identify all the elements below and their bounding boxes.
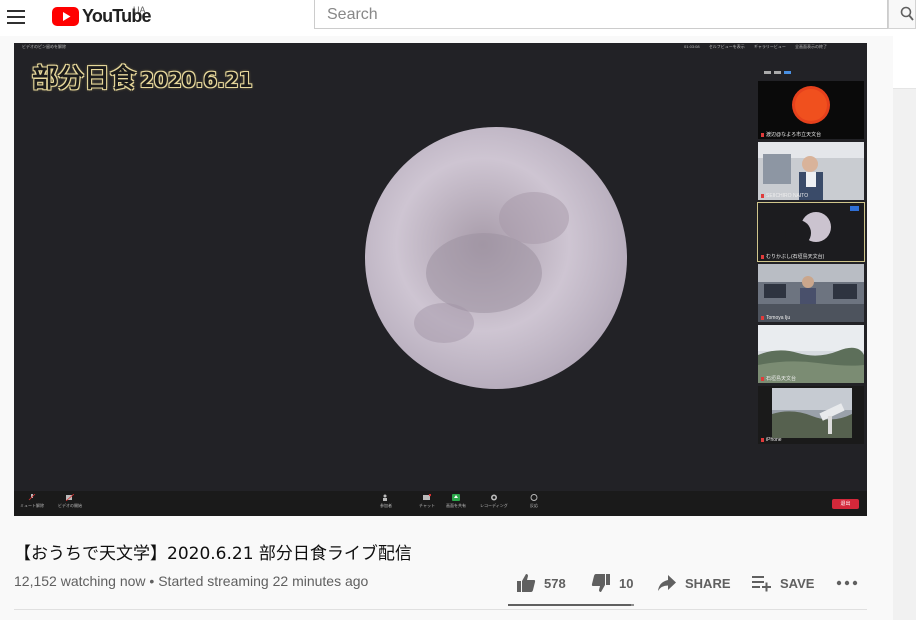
- zoom-toolbar: ミュート解除 ビデオの開始 参加者 チャット 画面を共有 レコーディング 反応 …: [14, 491, 867, 516]
- self-view-toggle[interactable]: セルフビューを表示: [709, 44, 745, 49]
- video-actions: 578 10 SHARE SAVE: [508, 566, 868, 600]
- participant-name: Tomoya Iju: [761, 315, 790, 321]
- search-button[interactable]: [888, 0, 916, 29]
- gallery-view-button[interactable]: ギャラリービュー: [754, 44, 786, 49]
- video-view-info: 12,152 watching now • Started streaming …: [14, 573, 369, 589]
- participant-tile[interactable]: 石垣島天文台: [758, 325, 864, 383]
- participants-label: 参加者: [380, 503, 392, 508]
- participant-name: iPhone: [761, 437, 782, 443]
- video-title: 【おうちで天文学】2020.6.21 部分日食ライブ配信: [14, 544, 412, 564]
- record-label: レコーディング: [480, 503, 508, 508]
- participants-button[interactable]: 参加者: [380, 494, 392, 509]
- participant-tile[interactable]: 渡辺@なよろ市立天文台: [758, 81, 864, 139]
- thumbs-down-icon: [591, 574, 610, 592]
- participant-gallery: 渡辺@なよろ市立天文台 SEIICHIRO NAITO むりかぶし(石垣島天文台…: [756, 57, 867, 493]
- info-divider: [14, 609, 867, 610]
- meeting-timer: 01:03:08: [684, 44, 700, 49]
- share-icon: [658, 575, 676, 591]
- youtube-play-icon: [52, 6, 79, 26]
- eclipse-overlay-title: 部分日食 2020.6.21: [32, 58, 253, 95]
- sentiment-bar-fill: [508, 604, 632, 606]
- record-button[interactable]: レコーディング: [480, 494, 508, 509]
- participant-name: SEIICHIRO NAITO: [761, 193, 808, 199]
- chat-label: チャット: [419, 503, 435, 508]
- unpin-video-label[interactable]: ビデオのピン留めを解除: [22, 44, 66, 50]
- share-screen-button[interactable]: 画面を共有: [446, 494, 466, 509]
- chat-icon: [422, 494, 431, 500]
- share-label: SHARE: [685, 575, 731, 591]
- add-to-playlist-icon: [752, 576, 771, 592]
- gallery-layout-controls[interactable]: [764, 61, 804, 74]
- leave-meeting-button[interactable]: 退出: [832, 499, 859, 509]
- zoom-top-right: 01:03:08 セルフビューを表示 ギャラリービュー 全画面表示の終了: [676, 44, 827, 50]
- participant-name: 渡辺@なよろ市立天文台: [761, 131, 821, 138]
- video-camera-icon: [66, 494, 74, 501]
- participant-tile[interactable]: Tomoya Iju: [758, 264, 864, 322]
- participant-name: むりかぶし(石垣島天文台): [761, 253, 824, 260]
- video-player[interactable]: ビデオのピン留めを解除 01:03:08 セルフビューを表示 ギャラリービュー …: [14, 43, 867, 516]
- dislike-count: 10: [619, 575, 634, 591]
- office-video: [758, 264, 864, 322]
- record-icon: [490, 494, 497, 501]
- reactions-button[interactable]: 反応: [530, 494, 538, 509]
- share-button[interactable]: SHARE: [657, 566, 731, 600]
- start-video-label: ビデオの開始: [58, 503, 82, 508]
- dislike-button[interactable]: 10: [591, 566, 633, 600]
- secondary-column: [893, 36, 916, 620]
- participant-tile-active[interactable]: むりかぶし(石垣島天文台): [757, 202, 865, 262]
- telescope-video: [758, 386, 864, 444]
- search-icon: [900, 6, 914, 21]
- reactions-label: 反応: [530, 503, 538, 508]
- thumbs-up-icon: [517, 574, 536, 592]
- participants-icon: [383, 494, 387, 501]
- share-screen-icon: [452, 494, 460, 501]
- save-button[interactable]: SAVE: [752, 566, 814, 600]
- search-input[interactable]: Search: [314, 0, 888, 29]
- masthead: YouTube UA Search: [0, 0, 916, 36]
- start-video-button[interactable]: ビデオの開始: [58, 494, 82, 509]
- like-count: 578: [544, 575, 566, 591]
- secondary-card: [893, 36, 916, 89]
- like-button[interactable]: 578: [516, 566, 566, 600]
- reactions-icon: [530, 494, 538, 501]
- overlay-title-date: 2020.6.21: [140, 68, 253, 92]
- more-horizontal-icon: [836, 580, 858, 586]
- more-actions-button[interactable]: [836, 566, 866, 600]
- chat-button[interactable]: チャット: [419, 494, 435, 509]
- unmute-label: ミュート解除: [20, 503, 44, 508]
- sentiment-bar: [508, 604, 634, 606]
- share-screen-label: 画面を共有: [446, 503, 466, 508]
- participant-tile[interactable]: iPhone: [758, 386, 864, 444]
- save-label: SAVE: [780, 575, 815, 591]
- microphone-icon: [28, 494, 36, 501]
- eclipse-moon-image: [14, 43, 867, 516]
- zoom-top-bar: ビデオのピン留めを解除 01:03:08 セルフビューを表示 ギャラリービュー …: [14, 43, 867, 50]
- overlay-title-jp: 部分日食: [32, 64, 137, 94]
- participant-tile[interactable]: SEIICHIRO NAITO: [758, 142, 864, 200]
- person-video: [758, 142, 864, 200]
- hamburger-menu-icon[interactable]: [7, 10, 25, 24]
- unmute-button[interactable]: ミュート解除: [20, 494, 44, 509]
- participant-name: 石垣島天文台: [761, 375, 796, 382]
- country-code: UA: [133, 5, 146, 15]
- exit-fullscreen-button[interactable]: 全画面表示の終了: [795, 44, 827, 49]
